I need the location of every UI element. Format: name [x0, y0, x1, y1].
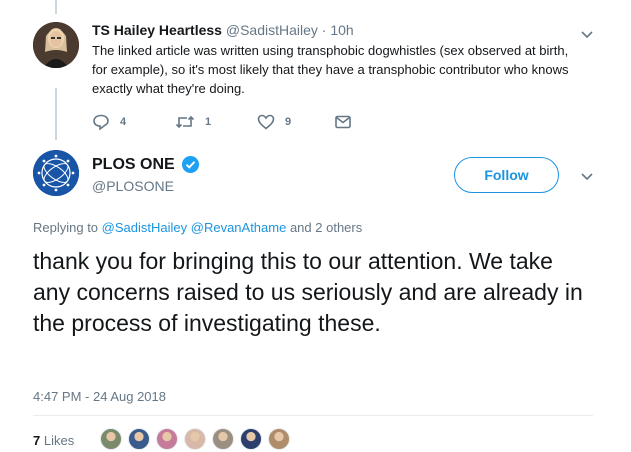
replying-to: Replying to @SadistHailey @RevanAthame a…: [33, 220, 362, 235]
verified-badge-icon: [181, 155, 199, 174]
follow-button[interactable]: Follow: [454, 157, 559, 193]
liker-avatar[interactable]: [156, 428, 178, 450]
avatar[interactable]: [33, 22, 79, 68]
plos-logo-icon: [33, 150, 79, 196]
liker-avatar[interactable]: [212, 428, 234, 450]
retweet-button[interactable]: 1: [175, 114, 211, 130]
heart-icon: [257, 114, 275, 130]
retweet-icon: [175, 115, 195, 129]
likes-stat[interactable]: 7 Likes: [33, 433, 74, 448]
reply-icon: [93, 114, 109, 130]
direct-message-button[interactable]: [334, 114, 352, 130]
like-count: 9: [285, 116, 292, 128]
likes-count: 7: [33, 433, 41, 448]
liker-avatar[interactable]: [268, 428, 290, 450]
envelope-icon: [335, 115, 351, 129]
replying-suffix[interactable]: and 2 others: [290, 220, 362, 235]
tweet-text: The linked article was written using tra…: [92, 43, 569, 96]
mention-link[interactable]: @SadistHailey: [102, 220, 187, 235]
chevron-down-icon[interactable]: [580, 172, 594, 182]
reply-count: 4: [120, 116, 127, 128]
liker-avatar[interactable]: [240, 428, 262, 450]
tweet-time[interactable]: · 10h: [322, 22, 354, 38]
liker-avatars: [100, 428, 296, 450]
display-name[interactable]: TS Hailey Heartless: [92, 22, 222, 38]
liker-avatar[interactable]: [184, 428, 206, 450]
user-handle[interactable]: @SadistHailey: [226, 22, 318, 38]
replying-prefix: Replying to: [33, 220, 99, 235]
display-name-text[interactable]: PLOS ONE: [92, 156, 175, 174]
retweet-count: 1: [205, 116, 212, 128]
reply-button[interactable]: 4: [92, 114, 126, 130]
mention-link[interactable]: @RevanAthame: [191, 220, 287, 235]
chevron-down-icon[interactable]: [580, 30, 594, 40]
like-button[interactable]: 9: [257, 114, 291, 130]
tweet-text: thank you for bringing this to our atten…: [33, 248, 583, 336]
tweet-timestamp[interactable]: 4:47 PM - 24 Aug 2018: [33, 389, 166, 404]
parent-tweet[interactable]: TS Hailey Heartless @SadistHailey · 10h …: [0, 14, 631, 142]
liker-avatar[interactable]: [100, 428, 122, 450]
tweet-header: TS Hailey Heartless @SadistHailey · 10h: [92, 22, 354, 38]
likes-label: Likes: [43, 433, 75, 448]
avatar[interactable]: [33, 150, 79, 196]
user-handle[interactable]: @PLOSONE: [92, 178, 174, 194]
liker-avatar[interactable]: [128, 428, 150, 450]
display-name[interactable]: PLOS ONE: [92, 155, 200, 174]
divider: [33, 415, 593, 416]
thread-line-top: [55, 0, 57, 14]
thread-line: [55, 88, 57, 140]
